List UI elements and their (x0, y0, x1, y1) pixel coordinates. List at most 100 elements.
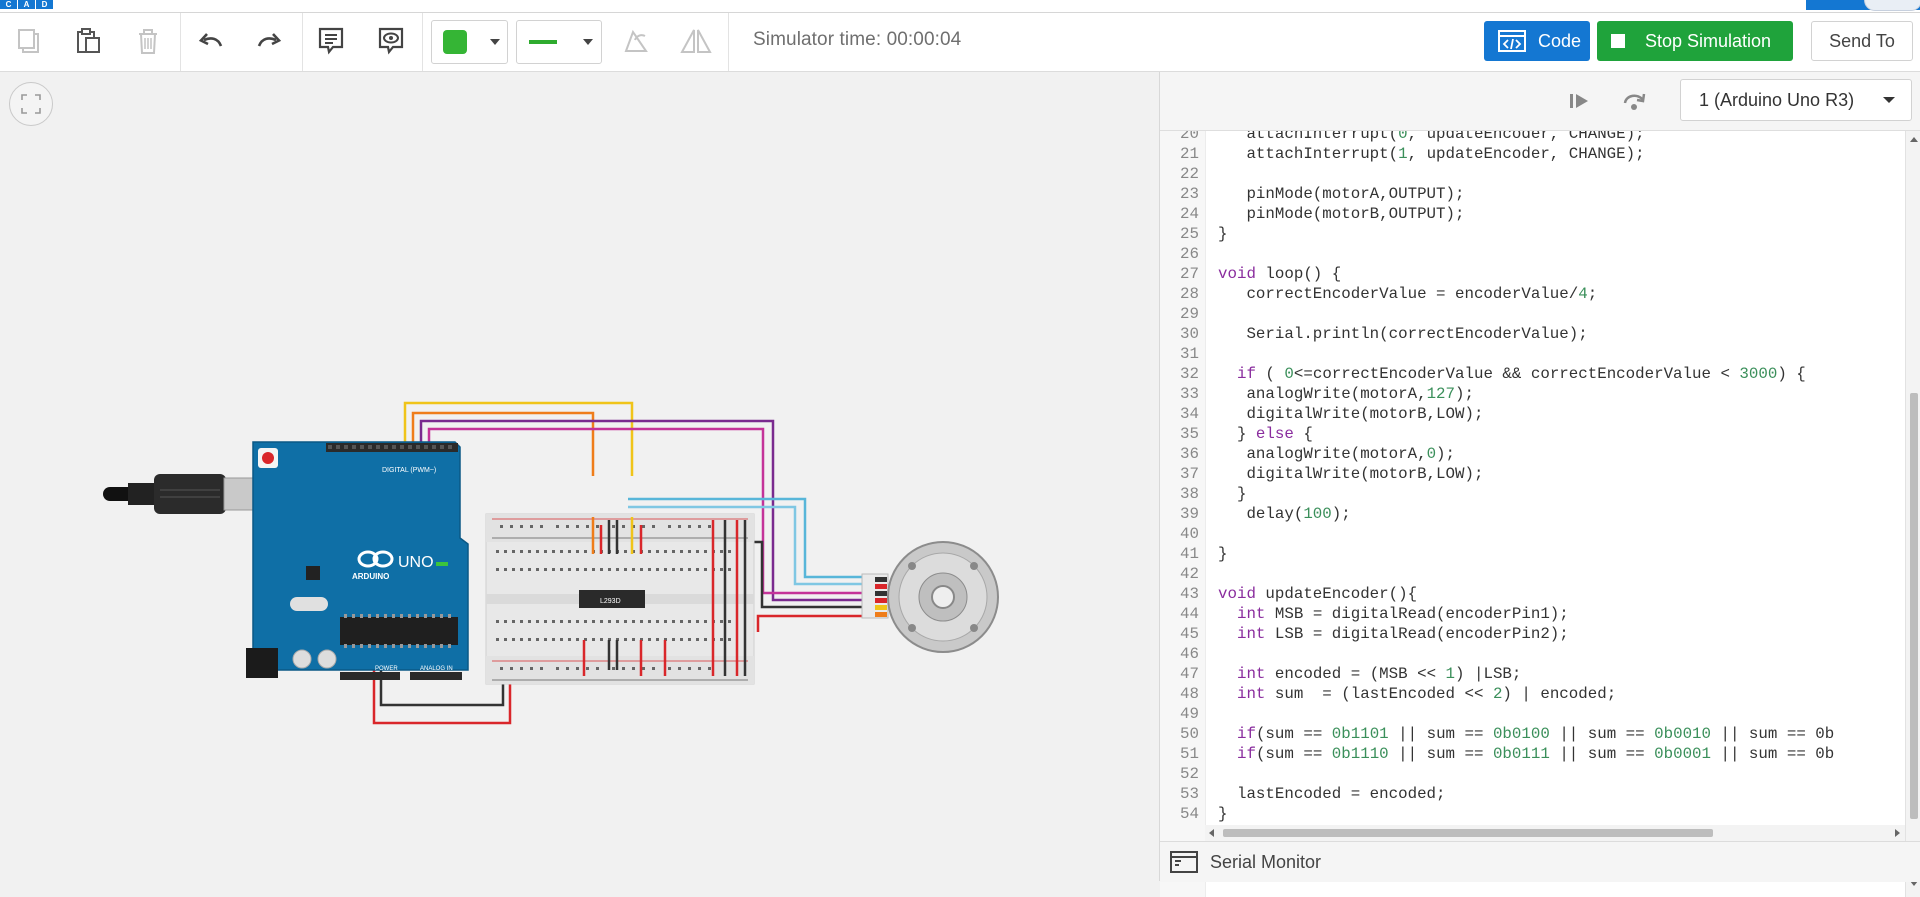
arduino-model: UNO (398, 554, 434, 571)
paste-button[interactable] (67, 21, 109, 61)
toggle-notes-visibility-button[interactable] (370, 21, 412, 61)
code-line[interactable]: 33 analogWrite(motorA,127); (1160, 384, 1905, 404)
fill-color-dropdown[interactable] (431, 20, 508, 64)
line-number: 38 (1180, 485, 1199, 503)
serial-monitor-label: Serial Monitor (1210, 851, 1322, 872)
arduino-digital-label: DIGITAL (PWM~) (382, 467, 436, 474)
motor-connector (861, 573, 889, 619)
redo-button[interactable] (248, 21, 290, 61)
line-number: 52 (1180, 765, 1199, 783)
driver-chip-label: L293D (600, 598, 621, 605)
code-line[interactable]: 27 void loop() { (1160, 264, 1905, 284)
code-line[interactable]: 43 void updateEncoder(){ (1160, 584, 1905, 604)
notes-button[interactable] (310, 21, 352, 61)
arduino-brand: ARDUINO (352, 572, 389, 581)
code-line[interactable]: 35 } else { (1160, 424, 1905, 444)
undo-icon (198, 33, 223, 47)
code-line[interactable]: 21 attachInterrupt(1, updateEncoder, CHA… (1160, 144, 1905, 164)
code-line[interactable]: 25} (1160, 224, 1905, 244)
circuit-canvas[interactable]: DIGITAL (PWM~) UNO ARDUINO POWER ANALOG … (0, 72, 1159, 881)
avatar[interactable] (1864, 0, 1920, 11)
undo-button[interactable] (190, 21, 232, 61)
scroll-up-arrow[interactable] (1910, 137, 1918, 142)
code-line[interactable]: 39 delay(100); (1160, 504, 1905, 524)
code-line[interactable]: 24 pinMode(motorB,OUTPUT); (1160, 204, 1905, 224)
line-number: 24 (1180, 205, 1199, 223)
code-text: analogWrite(motorA,0); (1218, 445, 1456, 463)
delete-button[interactable] (127, 21, 169, 61)
code-line[interactable]: 53 lastEncoded = encoded; (1160, 784, 1905, 804)
code-line[interactable]: 48 int sum = (lastEncoded << 2) | encode… (1160, 684, 1905, 704)
step-into-button[interactable] (1564, 86, 1594, 116)
line-number: 49 (1180, 705, 1199, 723)
stop-simulation-label: Stop Simulation (1645, 30, 1772, 51)
code-text: void updateEncoder(){ (1218, 585, 1418, 603)
code-text: int LSB = digitalRead(encoderPin2); (1236, 625, 1569, 643)
eye-note-icon (378, 27, 404, 55)
toolbar-divider (302, 13, 303, 71)
rotate-button[interactable] (615, 21, 657, 61)
code-line[interactable]: 37 digitalWrite(motorB,LOW); (1160, 464, 1905, 484)
wire-style-dropdown[interactable] (516, 20, 602, 64)
code-line[interactable]: 44 int MSB = digitalRead(encoderPin1); (1160, 604, 1905, 624)
code-line[interactable]: 23 pinMode(motorA,OUTPUT); (1160, 184, 1905, 204)
code-text: attachInterrupt(1, updateEncoder, CHANGE… (1218, 145, 1645, 163)
code-line[interactable]: 54} (1160, 804, 1905, 824)
code-line[interactable]: 29 (1160, 304, 1905, 324)
line-number: 31 (1180, 345, 1199, 363)
code-text: lastEncoded = encoded; (1218, 785, 1446, 803)
device-selector[interactable]: 1 (Arduino Uno R3) (1680, 79, 1912, 121)
code-line[interactable]: 36 analogWrite(motorA,0); (1160, 444, 1905, 464)
flip-button[interactable] (675, 21, 717, 61)
code-line[interactable]: 51 if(sum == 0b1110 || sum == 0b0111 || … (1160, 744, 1905, 764)
vertical-scrollbar[interactable] (1905, 131, 1920, 897)
line-number: 22 (1180, 165, 1199, 183)
dc-motor-encoder (887, 541, 999, 653)
code-line[interactable]: 20 attachInterrupt(0, updateEncoder, CHA… (1160, 131, 1905, 144)
copy-button[interactable] (8, 21, 50, 61)
code-text: } (1218, 545, 1228, 563)
code-line[interactable]: 30 Serial.println(correctEncoderValue); (1160, 324, 1905, 344)
code-line[interactable]: 34 digitalWrite(motorB,LOW); (1160, 404, 1905, 424)
code-editor[interactable]: 20 attachInterrupt(0, updateEncoder, CHA… (1160, 131, 1905, 897)
code-text: if(sum == 0b1110 || sum == 0b0111 || sum… (1236, 745, 1835, 763)
code-line[interactable]: 52 (1160, 764, 1905, 784)
code-line[interactable]: 46 (1160, 644, 1905, 664)
line-number: 28 (1180, 285, 1199, 303)
step-over-button[interactable] (1619, 86, 1649, 116)
code-line[interactable]: 28 correctEncoderValue = encoderValue/4; (1160, 284, 1905, 304)
scroll-left-arrow[interactable] (1209, 829, 1214, 837)
app-logo[interactable]: C A D (0, 0, 54, 9)
serial-monitor-toggle[interactable]: Serial Monitor (1160, 841, 1920, 882)
resume-icon (1570, 94, 1588, 108)
code-line[interactable]: 38 } (1160, 484, 1905, 504)
line-number: 21 (1180, 145, 1199, 163)
code-text: if(sum == 0b1101 || sum == 0b0100 || sum… (1236, 725, 1835, 743)
code-button[interactable]: Code (1484, 21, 1590, 61)
code-line[interactable]: 47 int encoded = (MSB << 1) |LSB; (1160, 664, 1905, 684)
toolbar-divider (728, 13, 729, 71)
code-line[interactable]: 40 (1160, 524, 1905, 544)
horizontal-scroll-thumb[interactable] (1223, 829, 1713, 837)
code-text: delay(100); (1218, 505, 1351, 523)
code-line[interactable]: 49 (1160, 704, 1905, 724)
code-text: pinMode(motorB,OUTPUT); (1218, 205, 1465, 223)
code-line[interactable]: 50 if(sum == 0b1101 || sum == 0b0100 || … (1160, 724, 1905, 744)
breadboard: L293D (485, 513, 755, 685)
line-number: 42 (1180, 565, 1199, 583)
scroll-right-arrow[interactable] (1895, 829, 1900, 837)
code-line[interactable]: 22 (1160, 164, 1905, 184)
code-line[interactable]: 31 (1160, 344, 1905, 364)
code-line[interactable]: 26 (1160, 244, 1905, 264)
vertical-scroll-thumb[interactable] (1910, 393, 1918, 819)
stop-simulation-button[interactable]: Stop Simulation (1597, 21, 1793, 61)
wire-red-motor (756, 614, 864, 632)
copy-icon (18, 29, 39, 53)
code-line[interactable]: 32 if ( 0<=correctEncoderValue && correc… (1160, 364, 1905, 384)
send-to-button[interactable]: Send To (1811, 21, 1913, 61)
code-line[interactable]: 41} (1160, 544, 1905, 564)
code-line[interactable]: 42 (1160, 564, 1905, 584)
horizontal-scrollbar[interactable] (1205, 825, 1905, 841)
code-line[interactable]: 45 int LSB = digitalRead(encoderPin2); (1160, 624, 1905, 644)
wire-style-dash (557, 40, 561, 44)
